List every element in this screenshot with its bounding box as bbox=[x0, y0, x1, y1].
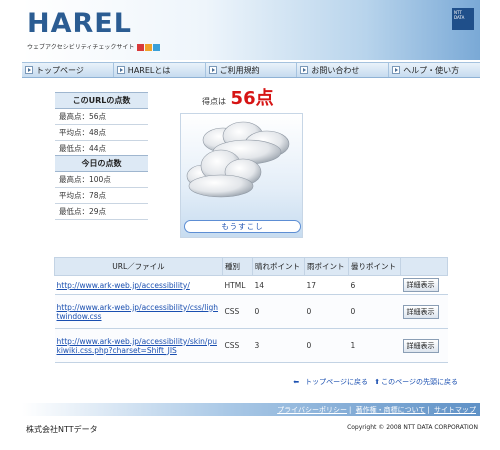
action-cell: 詳細表示 bbox=[400, 275, 448, 295]
column-header-action bbox=[400, 257, 448, 276]
sunny-cell: 3 bbox=[252, 328, 305, 363]
today-score-title: 今日の点数 bbox=[55, 156, 148, 172]
cloudy-cell: 6 bbox=[348, 275, 401, 295]
back-to-top-page-link[interactable]: トップページに戻る bbox=[305, 378, 368, 386]
table-header-row: URL／ファイル 種別 晴れポイント 雨ポイント 曇りポイント bbox=[54, 257, 448, 276]
url-cell: http://www.ark-web.jp/accessibility/skin… bbox=[54, 328, 223, 363]
type-cell: CSS bbox=[222, 294, 253, 329]
nav-item-top[interactable]: トップページ bbox=[22, 63, 114, 77]
tagline-mark-orange bbox=[145, 44, 153, 51]
rain-cell: 0 bbox=[304, 328, 349, 363]
ntt-data-logo: NTT DATA bbox=[452, 8, 474, 30]
weather-advice-button[interactable]: もうすこし bbox=[184, 220, 301, 233]
site-header: HAREL ウェブアクセシビリティチェックサイト NTT DATA bbox=[22, 0, 480, 60]
arrow-right-icon bbox=[208, 66, 217, 74]
page-nav-links: ⬅ トップページに戻る ⬆このページの先頭に戻る bbox=[293, 377, 458, 387]
url-score-box: このURLの点数 最高点：56点 平均点：48点 最低点：44点 bbox=[55, 92, 148, 157]
today-score-max: 最高点：100点 bbox=[55, 172, 148, 188]
weather-panel: もうすこし bbox=[180, 113, 303, 238]
nav-item-label: ご利用規約 bbox=[219, 65, 260, 75]
footer-bar: プライバシーポリシー | 著作権・商標について | サイトマップ bbox=[22, 403, 480, 416]
action-cell: 詳細表示 bbox=[400, 328, 448, 363]
cloudy-cell: 1 bbox=[348, 328, 401, 363]
arrow-right-icon bbox=[392, 66, 401, 74]
url-link[interactable]: http://www.ark-web.jp/accessibility/skin… bbox=[57, 337, 217, 355]
arrow-right-icon bbox=[300, 66, 309, 74]
sitemap-link[interactable]: サイトマップ bbox=[434, 406, 476, 414]
nav-item-label: HARELとは bbox=[127, 65, 171, 75]
nav-item-help[interactable]: ヘルプ・使い方 bbox=[389, 63, 480, 77]
url-score-title: このURLの点数 bbox=[55, 93, 148, 109]
arrow-right-icon bbox=[116, 66, 125, 74]
table-row: http://www.ark-web.jp/accessibility/skin… bbox=[54, 328, 448, 363]
nav-item-about[interactable]: HARELとは bbox=[114, 63, 206, 77]
score-display: 得点は 56点 bbox=[202, 84, 274, 110]
company-name: 株式会社NTTデータ bbox=[26, 425, 98, 434]
cloudy-icon bbox=[186, 121, 290, 198]
detail-button[interactable]: 詳細表示 bbox=[402, 304, 439, 319]
sunny-cell: 14 bbox=[252, 275, 305, 295]
today-score-min: 最低点：29点 bbox=[55, 204, 148, 220]
site-tagline: ウェブアクセシビリティチェックサイト bbox=[27, 42, 161, 51]
tagline-mark-red bbox=[137, 44, 145, 51]
results-table: URL／ファイル 種別 晴れポイント 雨ポイント 曇りポイント http://w… bbox=[54, 257, 448, 363]
tagline-mark-blue bbox=[153, 44, 161, 51]
rain-cell: 0 bbox=[304, 294, 349, 329]
url-cell: http://www.ark-web.jp/accessibility/ bbox=[54, 275, 223, 295]
action-cell: 詳細表示 bbox=[400, 294, 448, 329]
nav-item-terms[interactable]: ご利用規約 bbox=[206, 63, 298, 77]
arrow-left-icon: ⬅ bbox=[293, 378, 300, 386]
page: HAREL ウェブアクセシビリティチェックサイト NTT DATA トップページ… bbox=[22, 0, 480, 450]
score-value: 56点 bbox=[230, 88, 274, 109]
nav-item-contact[interactable]: お問い合わせ bbox=[297, 63, 390, 77]
url-link[interactable]: http://www.ark-web.jp/accessibility/css/… bbox=[57, 303, 219, 321]
today-score-box: 今日の点数 最高点：100点 平均点：78点 最低点：29点 bbox=[55, 155, 148, 220]
nav-item-label: お問い合わせ bbox=[311, 65, 360, 75]
today-score-avg: 平均点：78点 bbox=[55, 188, 148, 204]
type-cell: HTML bbox=[222, 275, 253, 295]
score-label: 得点は bbox=[202, 97, 226, 106]
detail-button[interactable]: 詳細表示 bbox=[402, 338, 439, 353]
type-cell: CSS bbox=[222, 328, 253, 363]
url-link[interactable]: http://www.ark-web.jp/accessibility/ bbox=[57, 281, 190, 290]
column-header-rain: 雨ポイント bbox=[304, 257, 349, 276]
sunny-cell: 0 bbox=[252, 294, 305, 329]
table-row: http://www.ark-web.jp/accessibility/css/… bbox=[54, 294, 448, 329]
detail-button[interactable]: 詳細表示 bbox=[402, 278, 439, 292]
url-score-max: 最高点：56点 bbox=[55, 109, 148, 125]
arrow-up-icon: ⬆ bbox=[374, 378, 381, 386]
copyright-link[interactable]: 著作権・商標について bbox=[356, 406, 426, 414]
table-row: http://www.ark-web.jp/accessibility/ HTM… bbox=[54, 275, 448, 295]
url-score-avg: 平均点：48点 bbox=[55, 125, 148, 141]
nav-item-label: ヘルプ・使い方 bbox=[403, 65, 460, 75]
nav-item-label: トップページ bbox=[36, 65, 84, 75]
back-to-page-top-link[interactable]: このページの先頭に戻る bbox=[381, 378, 458, 386]
copyright-text: Copyright © 2008 NTT DATA CORPORATION bbox=[347, 424, 478, 431]
rain-cell: 17 bbox=[304, 275, 349, 295]
site-logo[interactable]: HAREL bbox=[27, 8, 132, 39]
main-nav: トップページ HARELとは ご利用規約 お問い合わせ ヘルプ・使い方 bbox=[22, 62, 480, 78]
arrow-right-icon bbox=[25, 66, 33, 74]
column-header-cloudy: 曇りポイント bbox=[348, 257, 401, 276]
column-header-sunny: 晴れポイント bbox=[252, 257, 305, 276]
url-cell: http://www.ark-web.jp/accessibility/css/… bbox=[54, 294, 223, 329]
column-header-type: 種別 bbox=[222, 257, 253, 276]
footer-links: プライバシーポリシー | 著作権・商標について | サイトマップ bbox=[277, 406, 476, 414]
cloudy-cell: 0 bbox=[348, 294, 401, 329]
tagline-text: ウェブアクセシビリティチェックサイト bbox=[27, 44, 135, 51]
privacy-policy-link[interactable]: プライバシーポリシー bbox=[277, 406, 347, 414]
column-header-url: URL／ファイル bbox=[54, 257, 223, 276]
